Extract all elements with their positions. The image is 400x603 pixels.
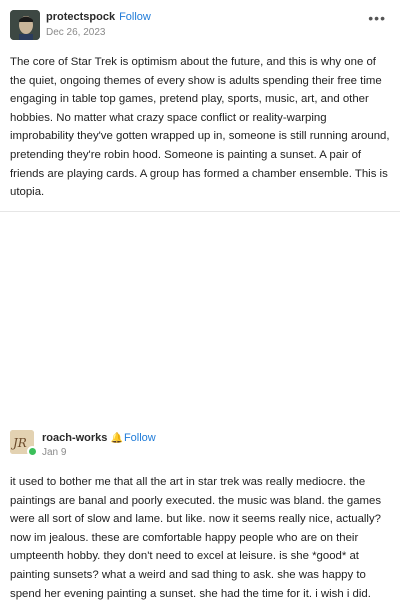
- post1-username[interactable]: protectspock: [46, 11, 115, 23]
- post-divider: [0, 211, 400, 212]
- post2-username[interactable]: roach-works: [42, 432, 107, 444]
- post2-date[interactable]: Jan 9: [42, 447, 66, 458]
- post2-username-row: roach-works 🔔Follow: [42, 432, 156, 444]
- post2-body: it used to bother me that all the art in…: [10, 476, 382, 600]
- svg-text:JR: JR: [10, 436, 27, 450]
- post1-date[interactable]: Dec 26, 2023: [46, 27, 106, 38]
- online-indicator-icon: [27, 446, 38, 457]
- spock-avatar[interactable]: [10, 10, 40, 40]
- post1-follow-button[interactable]: Follow: [119, 11, 151, 23]
- bell-icon: 🔔: [110, 433, 123, 444]
- spock-avatar-icon: [10, 10, 40, 40]
- roach-avatar[interactable]: JR: [10, 430, 38, 457]
- post-protectspock: protectspock Follow Dec 26, 2023 ••• The …: [0, 0, 400, 210]
- post1-body: The core of Star Trek is optimism about …: [10, 56, 390, 199]
- more-options-icon[interactable]: •••: [368, 10, 386, 26]
- post1-username-row: protectspock Follow: [46, 11, 151, 23]
- post2-follow-button[interactable]: Follow: [124, 432, 156, 444]
